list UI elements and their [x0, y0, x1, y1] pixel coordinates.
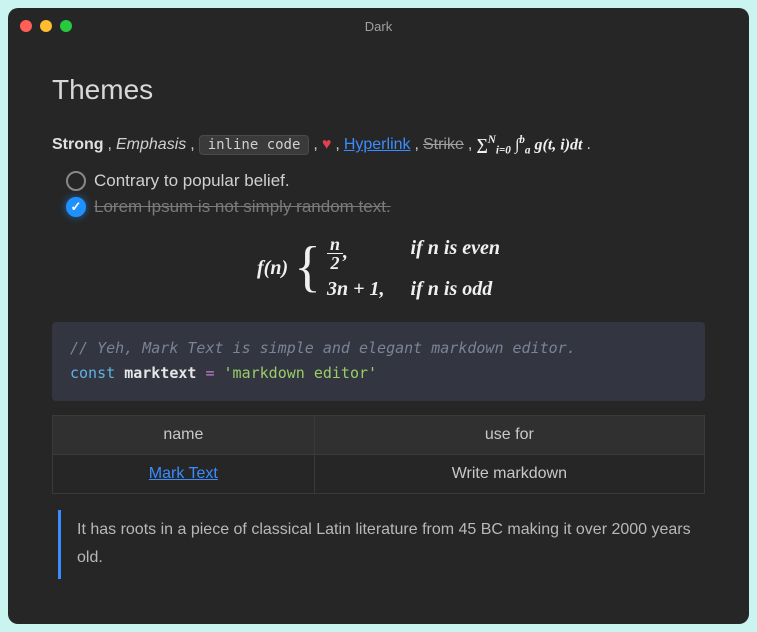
code-block: // Yeh, Mark Text is simple and elegant … — [52, 322, 705, 401]
blockquote: It has roots in a piece of classical Lat… — [58, 510, 705, 580]
close-icon[interactable] — [20, 20, 32, 32]
separator: , — [335, 136, 339, 154]
table-header-row: name use for — [53, 415, 705, 454]
code-variable: marktext — [124, 364, 196, 382]
titlebar: Dark — [8, 8, 749, 44]
minimize-icon[interactable] — [40, 20, 52, 32]
math-case-cond: if n is even — [411, 235, 500, 272]
separator: , — [415, 136, 419, 154]
separator: , — [313, 136, 317, 154]
table-cell: Write markdown — [314, 454, 704, 493]
task-list: Contrary to popular belief. Lorem Ipsum … — [66, 171, 705, 217]
table-cell-link[interactable]: Mark Text — [149, 465, 218, 482]
app-window: Dark Themes Strong , Emphasis, inline co… — [8, 8, 749, 624]
formatting-sample-line: Strong , Emphasis, inline code , ♥, Hype… — [52, 134, 705, 157]
emphasis-sample: Emphasis — [116, 136, 186, 154]
code-operator: = — [205, 364, 214, 382]
strike-sample: Strike — [423, 136, 464, 154]
code-comment: // Yeh, Mark Text is simple and elegant … — [70, 339, 576, 357]
checkbox-unchecked-icon[interactable] — [66, 171, 86, 191]
task-item: Lorem Ipsum is not simply random text. — [66, 197, 705, 217]
math-lhs: f(n) — [257, 255, 288, 281]
maximize-icon[interactable] — [60, 20, 72, 32]
editor-content[interactable]: Themes Strong , Emphasis, inline code , … — [8, 44, 749, 624]
table-row: Mark Text Write markdown — [53, 454, 705, 493]
hyperlink-sample[interactable]: Hyperlink — [344, 136, 411, 154]
task-text: Lorem Ipsum is not simply random text. — [94, 197, 391, 217]
window-title: Dark — [8, 19, 749, 34]
brace-icon: { — [294, 248, 321, 287]
page-heading: Themes — [52, 74, 705, 106]
math-block: f(n) { n 2 , if n is even 3n + 1, if n i… — [52, 235, 705, 302]
strong-sample: Strong — [52, 136, 104, 154]
heart-icon: ♥ — [322, 136, 332, 154]
inline-code-sample: inline code — [199, 135, 310, 155]
separator: , — [190, 136, 194, 154]
table-header: name — [53, 415, 315, 454]
task-text: Contrary to popular belief. — [94, 171, 290, 191]
separator: , — [108, 136, 112, 154]
code-keyword: const — [70, 364, 115, 382]
code-string: 'markdown editor' — [224, 364, 378, 382]
traffic-lights — [20, 20, 72, 32]
math-case-cond: if n is odd — [411, 276, 500, 302]
task-item: Contrary to popular belief. — [66, 171, 705, 191]
separator: . — [586, 136, 590, 154]
sample-table: name use for Mark Text Write markdown — [52, 415, 705, 494]
table-header: use for — [314, 415, 704, 454]
inline-math-sample: ∑Ni=0 ∫ba g(t, i)dt — [476, 134, 582, 157]
math-case-value: n 2 , — [327, 235, 385, 272]
separator: , — [468, 136, 472, 154]
math-case-value: 3n + 1, — [327, 276, 385, 302]
checkbox-checked-icon[interactable] — [66, 197, 86, 217]
